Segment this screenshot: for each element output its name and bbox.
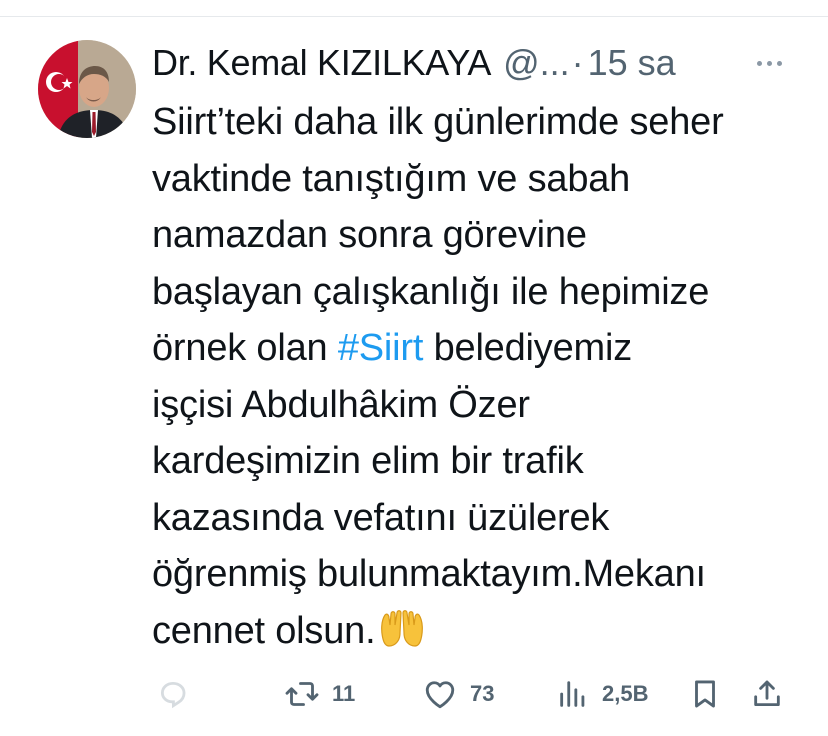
- tweet-text-line: kardeşimizin elim bir trafik: [152, 440, 584, 482]
- author-name[interactable]: Dr. Kemal KIZILKAYA: [152, 42, 491, 84]
- tweet-text-line: örnek olan #Siirt belediyemiz: [152, 327, 633, 369]
- tweet-text: Siirt’teki daha ilk günlerimde seher vak…: [152, 94, 812, 665]
- retweet-button[interactable]: 11: [284, 672, 355, 716]
- tweet-text-line: öğrenmiş bulunmaktayım.Mekanı: [152, 553, 706, 595]
- raised-hands-emoji: [379, 609, 425, 666]
- tweet-text-line: işçisi Abdulhâkim Özer: [152, 383, 530, 426]
- more-dots-icon[interactable]: [744, 48, 794, 78]
- like-button[interactable]: 73: [422, 672, 494, 716]
- tweet-text-line: vaktinde tanıştığım ve sabah: [152, 157, 631, 200]
- heart-icon: [425, 681, 455, 709]
- tweet-actions: 11 73 2,5B: [0, 672, 828, 716]
- tweet-text-line: namazdan sonra görevine: [152, 214, 587, 256]
- tweet-text-line: başlayan çalışkanlığı ile hepimize: [152, 270, 710, 313]
- views-chart-icon: [560, 681, 585, 707]
- tweet-header: Dr. Kemal KIZILKAYA @... · 15 sa: [152, 38, 676, 88]
- reply-icon: [160, 681, 186, 709]
- separator-dot: ·: [571, 42, 584, 83]
- avatar-image: [38, 40, 136, 138]
- tweet-text-line: cennet olsun.: [152, 603, 812, 666]
- views-button[interactable]: 2,5B: [556, 672, 648, 716]
- author-handle[interactable]: @...: [503, 42, 570, 84]
- like-count: 73: [470, 681, 495, 706]
- avatar[interactable]: [38, 40, 136, 138]
- tweet-text-line: kazasında vefatını üzülerek: [152, 496, 610, 539]
- retweet-icon: [285, 682, 319, 706]
- retweet-count: 11: [332, 681, 356, 706]
- share-icon: [754, 680, 780, 707]
- views-count: 2,5B: [602, 681, 649, 706]
- tweet-time[interactable]: 15 sa: [588, 42, 676, 84]
- hashtag-link[interactable]: #Siirt: [338, 327, 424, 369]
- bookmark-button[interactable]: [688, 672, 722, 716]
- share-button[interactable]: [750, 672, 784, 716]
- tweet-text-line: Siirt’teki daha ilk günlerimde seher: [152, 101, 724, 143]
- raised-hands-icon: [381, 609, 424, 647]
- reply-button[interactable]: [156, 672, 202, 716]
- top-divider: [0, 16, 828, 17]
- bookmark-icon: [695, 680, 715, 708]
